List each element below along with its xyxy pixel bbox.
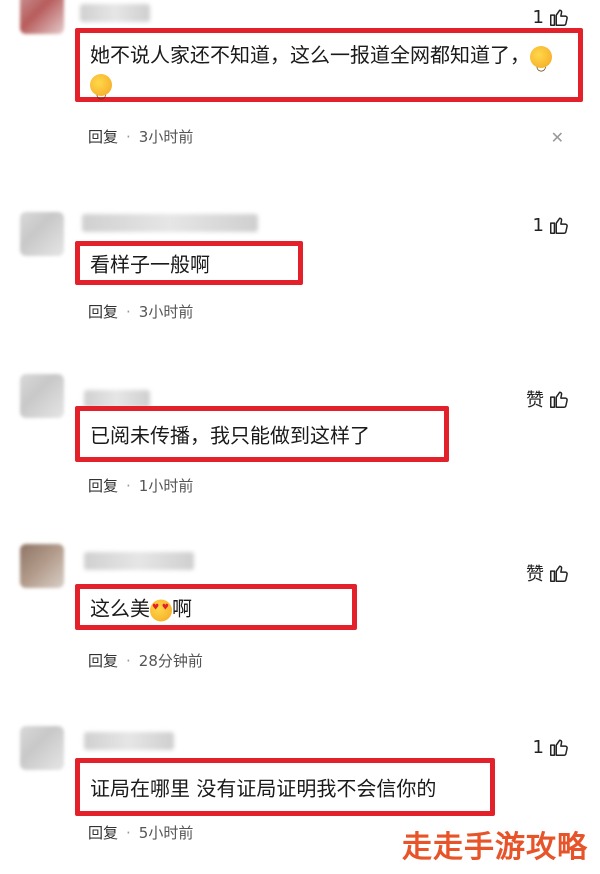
reply-button[interactable]: 回复 (88, 128, 118, 146)
reply-button[interactable]: 回复 (88, 303, 118, 321)
comment-text: 已阅未传播，我只能做到这样了 (90, 423, 370, 448)
comment-meta: 回复 · 3小时前 (88, 126, 193, 147)
like-button[interactable]: 赞 (526, 560, 570, 586)
like-button[interactable]: 1 (533, 736, 570, 758)
avatar[interactable] (20, 544, 64, 588)
comment-highlight-box: 她不说人家还不知道，这么一报道全网都知道了， (75, 28, 583, 108)
thumbs-up-icon (550, 217, 568, 234)
avatar[interactable] (20, 212, 64, 256)
heart-eyes-icon (150, 599, 172, 621)
like-button[interactable]: 1 (533, 6, 570, 28)
avatar[interactable] (20, 726, 64, 770)
comment-highlight-box: 看样子一般啊 (75, 241, 303, 285)
comment-text: 这么美啊 (90, 593, 192, 622)
username-blurred[interactable] (80, 4, 150, 22)
comment-text: 证局在哪里 没有证局证明我不会信你的 (90, 776, 437, 801)
thumbs-up-icon (550, 391, 568, 408)
comment-text: 看样子一般啊 (90, 252, 210, 277)
comment-text-after: 啊 (172, 596, 192, 621)
comment-text-before: 这么美 (90, 596, 150, 621)
username-blurred[interactable] (84, 732, 174, 750)
watermark: 走走手游攻略 (402, 830, 588, 865)
separator-dot: · (126, 303, 131, 321)
username-blurred[interactable] (84, 552, 194, 570)
like-count: 1 (532, 214, 544, 236)
like-count: 赞 (526, 564, 544, 585)
like-count: 赞 (526, 390, 544, 411)
like-count: 1 (532, 736, 544, 758)
avatar[interactable] (20, 374, 64, 418)
separator-dot: · (126, 477, 131, 495)
timestamp: 3小时前 (138, 303, 194, 321)
separator-dot: · (126, 824, 131, 842)
thumbs-up-icon (550, 565, 568, 582)
comment-meta: 回复 · 28分钟前 (88, 650, 203, 671)
reply-button[interactable]: 回复 (88, 477, 118, 495)
timestamp: 1小时前 (138, 477, 194, 495)
timestamp: 5小时前 (138, 824, 194, 842)
username-blurred[interactable] (82, 214, 258, 232)
like-count: 1 (532, 6, 544, 28)
timestamp: 3小时前 (138, 128, 194, 146)
laugh-icon (90, 73, 112, 108)
close-icon[interactable]: ✕ (551, 128, 564, 147)
like-button[interactable]: 1 (533, 214, 570, 236)
thumbs-up-icon (550, 9, 568, 26)
timestamp: 28分钟前 (138, 652, 203, 670)
like-button[interactable]: 赞 (526, 386, 570, 412)
separator-dot: · (126, 128, 131, 146)
reply-button[interactable]: 回复 (88, 652, 118, 670)
comment-meta: 回复 · 1小时前 (88, 475, 193, 496)
comment-highlight-box: 已阅未传播，我只能做到这样了 (75, 406, 449, 462)
reply-button[interactable]: 回复 (88, 824, 118, 842)
comment-text-content: 她不说人家还不知道，这么一报道全网都知道了， (90, 43, 530, 67)
laugh-icon (530, 45, 552, 80)
separator-dot: · (126, 652, 131, 670)
comment-text: 她不说人家还不知道，这么一报道全网都知道了， (90, 41, 570, 108)
comment-highlight-box: 这么美啊 (75, 584, 357, 630)
comment-highlight-box: 证局在哪里 没有证局证明我不会信你的 (75, 758, 495, 816)
avatar[interactable] (20, 0, 64, 34)
comment-meta: 回复 · 5小时前 (88, 822, 193, 843)
comment-meta: 回复 · 3小时前 (88, 301, 193, 322)
thumbs-up-icon (550, 739, 568, 756)
